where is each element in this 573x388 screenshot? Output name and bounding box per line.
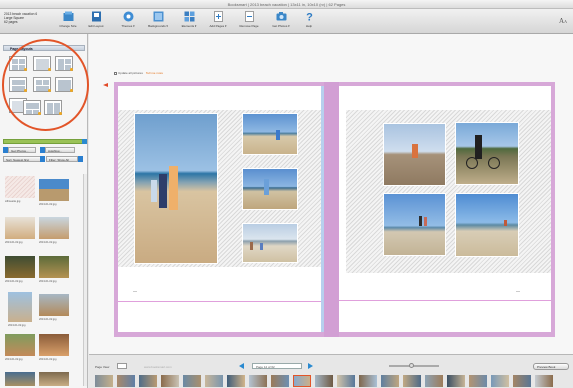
filmstrip-page[interactable] [117,375,135,387]
change-size-button[interactable]: Change Size [55,11,81,32]
spine-gutter [324,82,339,337]
sort-dropdown[interactable]: Sort: Newest first [3,156,41,162]
filmstrip-page[interactable] [535,375,553,387]
remove-page-button[interactable]: Remove Page [236,11,262,32]
photo-thumb[interactable]: 2013-01-02.jpg [8,292,32,327]
elements-icon [184,11,194,22]
photo-thumb[interactable]: 2013-01-02.jpg [5,217,35,244]
update-checkbox[interactable] [114,71,117,75]
photo-thumb[interactable]: 2013-01-02.jpg [5,334,35,361]
photo-thumb[interactable]: 2013-01-02.jpg [39,179,69,206]
boy-beach-photo[interactable] [242,168,298,210]
edit-layout-button[interactable]: Edit Layout [83,11,109,32]
font-size-icon[interactable]: AA [559,17,567,25]
main-toolbar: 2013 beach vacation 6 Large Square 62 pa… [0,9,573,34]
title-bar: Booksmart | 2013 beach vacation | 13x11 … [0,0,573,9]
filmstrip-page[interactable] [249,375,267,387]
filmstrip-page[interactable] [491,375,509,387]
photo-thumb[interactable]: 2013-01-02.jpg [39,334,69,361]
help-icon: ? [306,12,313,23]
change-size-icon [63,11,73,21]
filmstrip-page[interactable] [205,375,223,387]
booksmart-window: Booksmart | 2013 beach vacation | 13x11 … [0,0,573,388]
filmstrip-page[interactable] [469,375,487,387]
collapse-icon[interactable] [82,139,87,144]
page-navigator: Page View www.booksmart.com Page 12 of 6… [89,354,573,388]
remove-page-icon [244,11,254,22]
photo-thumb[interactable]: 2013-01-02.jpg [5,256,35,283]
right-page-guide [339,300,551,301]
window-title: Booksmart | 2013 beach vacation | 13x11 … [227,2,346,7]
update-pictures-option[interactable]: Update all pictures Tell me more [114,71,163,75]
project-pages: 62 pages [4,20,18,24]
girls-shore-photo[interactable] [383,193,446,256]
child-water-photo[interactable] [455,193,519,257]
photos-panel-bar [3,139,87,144]
themes-icon [123,11,133,22]
girl-bike-photo[interactable] [383,123,446,186]
right-page-photo-area [346,110,551,273]
get-photos-icon [276,12,286,21]
filmstrip-page[interactable] [447,375,465,387]
preview-book-button[interactable]: Preview Book [533,363,569,370]
zoom-slider-track[interactable] [389,365,439,367]
photo-thumb[interactable]: silhouette.jpg [5,176,35,203]
svg-text:?: ? [306,12,313,23]
next-page-icon[interactable] [308,363,313,369]
page-indicator[interactable]: Page 12 of 62 [252,363,302,369]
backgrounds-icon [153,11,163,22]
left-panel: Page Layouts Get Photos... Autoflow... S… [0,34,89,388]
view-toggle[interactable] [117,363,127,369]
filmstrip-page[interactable] [139,375,157,387]
filmstrip-page[interactable] [183,375,201,387]
autoflow-button[interactable]: Autoflow... [45,147,75,153]
filmstrip-page-current[interactable] [293,375,311,387]
book-canvas: Update all pictures Tell me more [89,34,573,354]
filmstrip-page[interactable] [95,375,113,387]
get-photos-panel-button[interactable]: Get Photos... [8,147,36,153]
get-photos-button[interactable]: Get Photos ▾ [268,11,294,32]
filmstrip-page[interactable] [381,375,399,387]
filmstrip-page[interactable] [315,375,333,387]
left-page-guide [118,301,324,302]
backgrounds-button[interactable]: Backgrounds ▾ [145,11,171,32]
filmstrip-page[interactable] [403,375,421,387]
filmstrip-page[interactable] [271,375,289,387]
add-pages-icon [213,11,223,22]
kids-shore-photo[interactable] [242,223,298,263]
filmstrip-page[interactable] [161,375,179,387]
left-page-corner-mark [133,291,137,292]
child-beach-photo[interactable] [242,113,298,155]
sort-chevron-icon [40,156,45,162]
photo-list-scrollbar[interactable] [83,174,87,386]
photo-thumb[interactable] [39,372,69,386]
add-pages-button[interactable]: Add Pages ▾ [205,11,231,32]
tell-me-more-link[interactable]: Tell me more [146,71,163,75]
project-info: 2013 beach vacation 6 Large Square 62 pa… [4,12,52,24]
page-marker-arrow-icon [103,83,108,87]
highlight-ring [2,39,89,131]
filmstrip-page[interactable] [359,375,377,387]
filmstrip-page[interactable] [337,375,355,387]
filmstrip-page[interactable] [513,375,531,387]
filter-chevron-icon [78,156,83,162]
family-beach-photo[interactable] [134,113,218,264]
themes-button[interactable]: Themes ▾ [115,11,141,32]
filmstrip-page[interactable] [227,375,245,387]
previous-page-icon[interactable] [239,363,244,369]
right-page-corner-mark [516,291,520,292]
filmstrip-page[interactable] [425,375,443,387]
help-button[interactable]: ? Help [296,11,322,32]
edit-layout-icon [91,11,101,22]
man-bike-photo[interactable] [455,122,519,185]
photo-thumb[interactable]: 2013-01-02.jpg [39,256,69,283]
filter-dropdown[interactable]: Filter: Show All [46,156,78,162]
elements-button[interactable]: Elements ▾ [176,11,202,32]
watermark-text: www.booksmart.com [144,365,172,369]
photo-thumb[interactable] [5,372,35,386]
page-view-label: Page View [95,365,110,369]
zoom-slider-handle[interactable] [409,363,414,368]
photo-thumb[interactable]: 2013-01-02.jpg [39,217,69,244]
photo-thumb[interactable]: 2013-01-02.jpg [39,294,69,321]
